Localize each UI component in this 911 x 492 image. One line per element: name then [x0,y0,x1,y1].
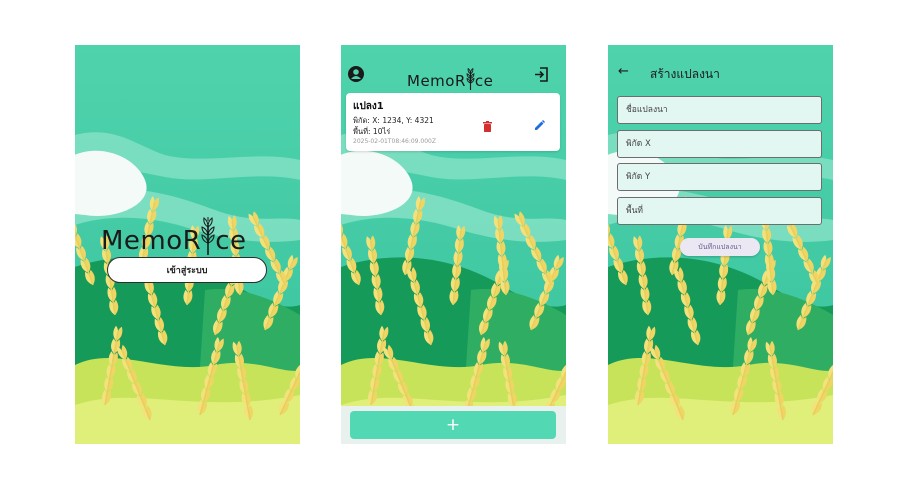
plus-icon: + [445,415,461,435]
coordinate-x-input[interactable] [618,131,821,157]
app-logo: MemoR ce [407,64,493,90]
account-icon[interactable] [348,66,364,82]
coordinate-y-field[interactable] [617,163,822,191]
plot-timestamp: 2025-02-01T08:46:09.000Z [353,138,436,145]
plot-name-input[interactable] [618,97,821,123]
plot-area: พื้นที่: 10ไร่ [353,127,391,136]
plot-card[interactable]: แปลง1 พิกัด: X: 1234, Y: 4321 พื้นที่: 1… [346,93,560,151]
app-logo-text-2: ce [215,226,247,256]
coordinate-y-input[interactable] [618,164,821,190]
app-logo: MemoR ce [101,211,247,256]
edit-icon[interactable] [534,116,545,135]
add-plot-button[interactable]: + [350,411,556,439]
save-plot-button[interactable]: บันทึกแปลงนา [680,238,760,256]
rice-sprig-icon [201,211,215,256]
plot-name-field[interactable] [617,96,822,124]
app-logo-text-1: MemoR [407,72,466,90]
area-input[interactable] [618,198,821,224]
create-plot-screen: ← สร้างแปลงนา บันทึกแปลงนา [608,45,833,444]
delete-icon[interactable] [483,117,492,136]
area-field[interactable] [617,197,822,225]
app-logo-text-2: ce [474,72,494,90]
save-plot-button-label: บันทึกแปลงนา [698,242,742,251]
bottom-bar: + [341,406,566,444]
login-button-label: เข้าสู่ระบบ [166,266,208,276]
app-logo-text-1: MemoR [101,226,202,256]
home-header: MemoR ce [341,45,566,90]
plot-name: แปลง1 [353,101,384,112]
rice-sprig-icon [466,64,475,90]
page-title: สร้างแปลงนา [650,67,720,81]
login-screen: MemoR ce เข้าสู่ระบบ [75,45,300,444]
logout-icon[interactable] [534,67,549,82]
login-button[interactable]: เข้าสู่ระบบ [107,257,267,283]
back-arrow-icon[interactable]: ← [618,64,629,79]
coordinate-x-field[interactable] [617,130,822,158]
home-screen: MemoR ce แปลง1 พิกัด: X: 1234, Y: 4321 พ… [341,45,566,444]
